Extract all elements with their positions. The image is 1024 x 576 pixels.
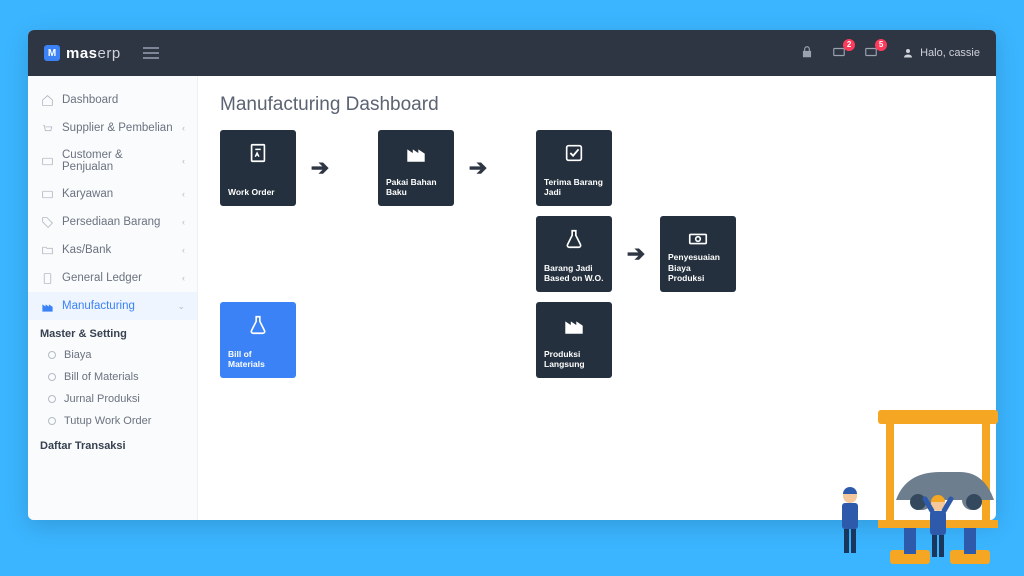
- notification-icon-1[interactable]: 2: [832, 45, 846, 62]
- badge-1: 2: [843, 39, 855, 51]
- sidebar-item-kasbank[interactable]: Kas/Bank ‹: [28, 236, 197, 264]
- chevron-down-icon: ⌄: [177, 301, 185, 312]
- check-icon: [563, 142, 585, 167]
- app-frame: M maserp 2 5 Halo, cassie: [28, 30, 996, 520]
- user-greeting: Halo, cassie: [920, 47, 980, 59]
- sidebar-sub-label: Bill of Materials: [64, 371, 139, 383]
- sidebar-item-label: Manufacturing: [62, 300, 169, 312]
- main-content: Manufacturing Dashboard Work Order ➔ Pak…: [198, 76, 996, 520]
- tile-label: Pakai Bahan Baku: [386, 177, 446, 198]
- tile-label: Penyesuaian Biaya Produksi: [668, 252, 728, 284]
- arrow-icon: ➔: [310, 155, 330, 181]
- tile-barang-wo[interactable]: Barang Jadi Based on W.O.: [536, 216, 612, 292]
- sidebar-sub-tutup[interactable]: Tutup Work Order: [28, 410, 197, 432]
- tile-terima-barang[interactable]: Terima Barang Jadi: [536, 130, 612, 206]
- sidebar-sub-biaya[interactable]: Biaya: [28, 344, 197, 366]
- menu-toggle-button[interactable]: [143, 47, 159, 59]
- chevron-left-icon: ‹: [182, 156, 185, 166]
- flask-icon: [563, 228, 585, 253]
- home-icon: [40, 93, 54, 107]
- topbar: M maserp 2 5 Halo, cassie: [28, 30, 996, 76]
- chevron-left-icon: ‹: [182, 245, 185, 255]
- tile-label: Bill of Materials: [228, 349, 288, 370]
- chevron-left-icon: ‹: [182, 217, 185, 227]
- brand: M maserp: [44, 45, 121, 62]
- sidebar-item-label: Kas/Bank: [62, 244, 174, 256]
- work-order-icon: [247, 142, 269, 167]
- card-icon: [40, 154, 54, 168]
- circle-icon: [48, 417, 56, 425]
- tile-penyesuaian[interactable]: Penyesuaian Biaya Produksi: [660, 216, 736, 292]
- brand-text: maserp: [66, 45, 121, 62]
- sidebar-item-label: Karyawan: [62, 188, 174, 200]
- sidebar-item-dashboard[interactable]: Dashboard: [28, 86, 197, 114]
- chevron-left-icon: ‹: [182, 189, 185, 199]
- sidebar-item-customer[interactable]: Customer & Penjualan ‹: [28, 142, 197, 180]
- sidebar-item-persediaan[interactable]: Persediaan Barang ‹: [28, 208, 197, 236]
- sidebar-sub-label: Tutup Work Order: [64, 415, 151, 427]
- sidebar-item-label: Supplier & Pembelian: [62, 122, 174, 134]
- tile-produksi[interactable]: Produksi Langsung: [536, 302, 612, 378]
- page-title: Manufacturing Dashboard: [220, 94, 974, 116]
- arrow-icon: ➔: [468, 155, 488, 181]
- sidebar-item-ledger[interactable]: General Ledger ‹: [28, 264, 197, 292]
- circle-icon: [48, 395, 56, 403]
- brand-thin: erp: [98, 45, 121, 62]
- sidebar-item-karyawan[interactable]: Karyawan ‹: [28, 180, 197, 208]
- tile-label: Terima Barang Jadi: [544, 177, 604, 198]
- flask-icon: [247, 314, 269, 339]
- money-icon: [687, 228, 709, 253]
- factory-icon: [40, 299, 54, 313]
- sidebar-sub-label: Biaya: [64, 349, 92, 361]
- brand-bold: mas: [66, 45, 98, 62]
- lock-icon[interactable]: [800, 45, 814, 62]
- tag-icon: [40, 215, 54, 229]
- sidebar-item-label: Persediaan Barang: [62, 216, 174, 228]
- factory-icon: [405, 142, 427, 167]
- brand-badge: M: [44, 45, 60, 61]
- factory-icon: [563, 314, 585, 339]
- tile-label: Barang Jadi Based on W.O.: [544, 263, 604, 284]
- notification-icon-2[interactable]: 5: [864, 45, 878, 62]
- sidebar-heading-daftar: Daftar Transaksi: [28, 432, 197, 456]
- tile-label: Work Order: [228, 187, 288, 198]
- user-menu[interactable]: Halo, cassie: [902, 47, 980, 59]
- sidebar-item-label: Customer & Penjualan: [62, 149, 174, 173]
- folder-icon: [40, 243, 54, 257]
- circle-icon: [48, 373, 56, 381]
- badge-2: 5: [875, 39, 887, 51]
- topbar-icons: 2 5 Halo, cassie: [800, 45, 980, 62]
- sidebar-item-label: Dashboard: [62, 94, 185, 106]
- sidebar-item-manufacturing[interactable]: Manufacturing ⌄: [28, 292, 197, 320]
- document-icon: [40, 271, 54, 285]
- arrow-icon: ➔: [626, 241, 646, 267]
- card-icon: [40, 187, 54, 201]
- sidebar-sub-bom[interactable]: Bill of Materials: [28, 366, 197, 388]
- sidebar-heading-master: Master & Setting: [28, 320, 197, 344]
- chevron-left-icon: ‹: [182, 123, 185, 133]
- flow-diagram: Work Order ➔ Pakai Bahan Baku ➔ Terima B…: [220, 130, 974, 378]
- tile-bom[interactable]: Bill of Materials: [220, 302, 296, 378]
- tile-label: Produksi Langsung: [544, 349, 604, 370]
- sidebar-item-label: General Ledger: [62, 272, 174, 284]
- sidebar-item-supplier[interactable]: Supplier & Pembelian ‹: [28, 114, 197, 142]
- tile-pakai-bahan[interactable]: Pakai Bahan Baku: [378, 130, 454, 206]
- sidebar-sub-label: Jurnal Produksi: [64, 393, 140, 405]
- sidebar-sub-jurnal[interactable]: Jurnal Produksi: [28, 388, 197, 410]
- cart-icon: [40, 121, 54, 135]
- chevron-left-icon: ‹: [182, 273, 185, 283]
- circle-icon: [48, 351, 56, 359]
- sidebar: Dashboard Supplier & Pembelian ‹ Custome…: [28, 76, 198, 520]
- tile-work-order[interactable]: Work Order: [220, 130, 296, 206]
